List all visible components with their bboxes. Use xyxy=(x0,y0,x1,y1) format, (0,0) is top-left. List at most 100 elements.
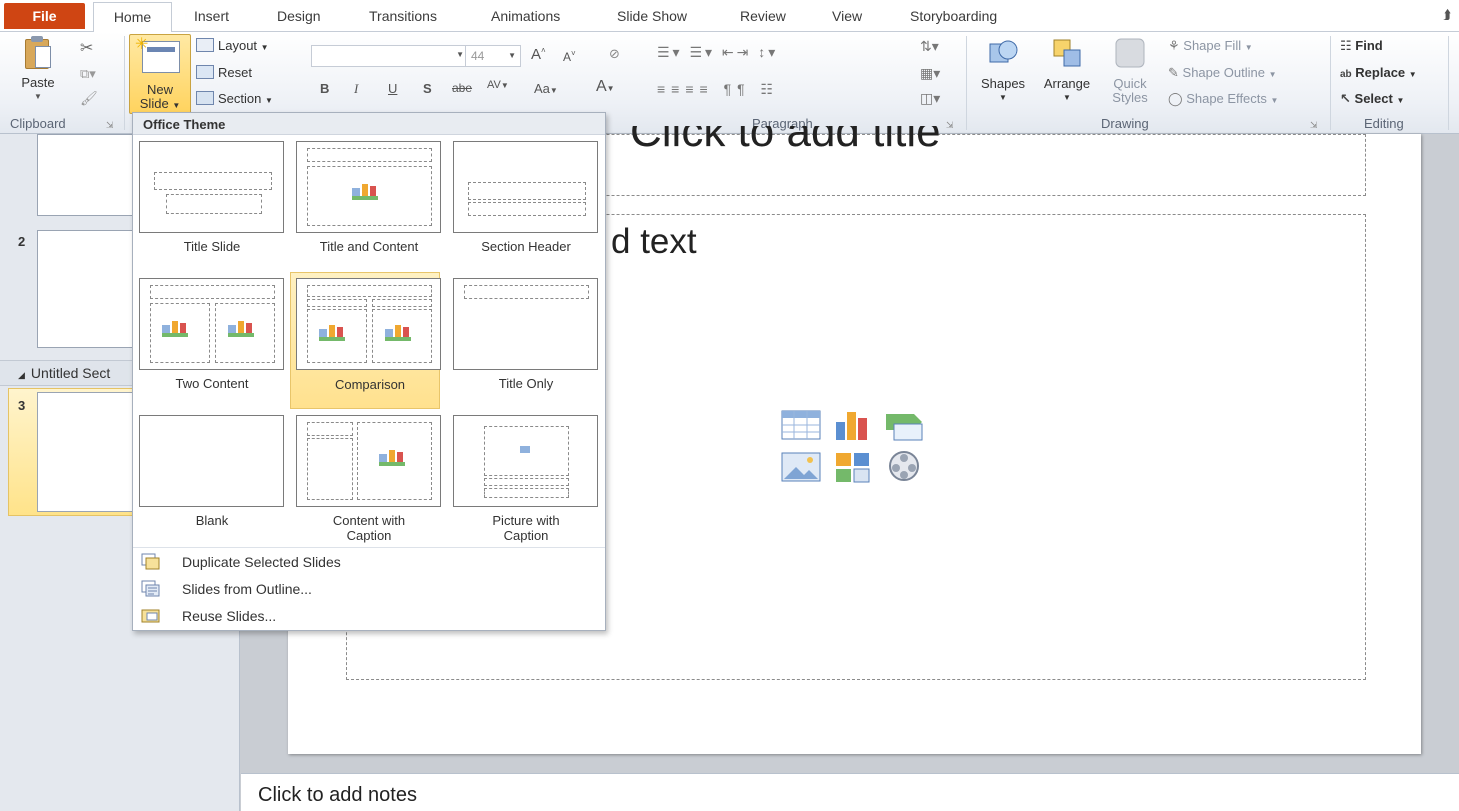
duplicate-selected-slides-command[interactable]: Duplicate Selected Slides xyxy=(141,551,581,575)
insert-smartart-icon[interactable] xyxy=(884,408,926,442)
layout-icon xyxy=(196,38,214,52)
layout-content-with-caption[interactable]: Content with Caption xyxy=(290,409,441,543)
shrink-font-button[interactable]: A˅ xyxy=(563,49,576,64)
notes-placeholder[interactable]: Click to add notes xyxy=(258,784,417,806)
format-painter-icon[interactable]: 🖌 xyxy=(80,90,98,107)
paste-button[interactable]: Paste ▼ xyxy=(12,36,64,104)
layout-label: Section Header xyxy=(481,239,571,254)
slide-number-2: 2 xyxy=(18,234,26,249)
clear-formatting-icon[interactable]: ⊘ xyxy=(609,46,620,62)
reuse-slides-command[interactable]: Reuse Slides... xyxy=(141,605,581,629)
editing-group-label: Editing xyxy=(1364,116,1404,131)
smartart-icon[interactable]: ◫▾ xyxy=(920,90,940,107)
font-color-button[interactable]: A▼ xyxy=(596,78,615,96)
content-placeholder-text[interactable]: d text xyxy=(611,222,697,262)
layout-thumbnail xyxy=(139,141,284,233)
slide-thumbnail-3[interactable] xyxy=(37,392,145,512)
tab-home[interactable]: Home xyxy=(93,2,172,33)
replace-button[interactable]: ab Replace ▼ xyxy=(1340,65,1417,80)
text-direction-icon[interactable]: ⇅▾ xyxy=(920,38,939,55)
layout-thumbnail xyxy=(453,415,598,507)
drawing-group-label: Drawing xyxy=(1101,116,1149,131)
layout-section-header[interactable]: Section Header xyxy=(447,135,598,267)
layout-thumbnail xyxy=(139,278,284,370)
tab-design[interactable]: Design xyxy=(277,8,321,24)
reset-button[interactable]: Reset xyxy=(196,65,252,80)
content-icon xyxy=(319,325,349,341)
text-shadow-button[interactable]: S xyxy=(423,81,432,96)
font-size-combobox[interactable]: 44 ▼ xyxy=(465,45,521,67)
replace-icon: ab xyxy=(1340,69,1352,80)
copy-icon[interactable]: ⧉▾ xyxy=(80,66,96,82)
tab-slide-show[interactable]: Slide Show xyxy=(617,8,687,24)
strikethrough-button[interactable]: abe xyxy=(452,81,472,95)
shapes-label: Shapes xyxy=(980,76,1026,91)
new-slide-button[interactable]: ✳ New Slide ▼ xyxy=(129,34,191,114)
grow-font-label: A xyxy=(531,46,542,63)
arrange-label: Arrange xyxy=(1043,76,1091,91)
notes-pane[interactable]: Click to add notes xyxy=(241,773,1459,811)
new-slide-label-2: Slide xyxy=(139,96,169,111)
shapes-icon xyxy=(989,40,1018,63)
new-slide-label-1: New xyxy=(146,82,173,97)
slides-from-outline-command[interactable]: Slides from Outline... xyxy=(141,578,581,602)
tab-storyboarding[interactable]: Storyboarding xyxy=(910,8,997,24)
insert-media-icon[interactable] xyxy=(884,450,926,484)
arrange-button[interactable]: Arrange ▼ xyxy=(1036,36,1098,105)
cut-icon[interactable]: ✂ xyxy=(80,38,93,58)
layout-label: Picture with Caption xyxy=(492,513,560,543)
alignment-buttons-row[interactable]: ≡≡≡≡ ¶¶ ☷ xyxy=(657,81,779,98)
quick-styles-button[interactable]: Quick Styles xyxy=(1103,36,1157,105)
title-placeholder-text[interactable]: Click to add title xyxy=(630,126,941,166)
insert-table-icon[interactable] xyxy=(780,408,822,442)
layout-comparison[interactable]: Comparison xyxy=(290,272,441,409)
layout-thumbnail xyxy=(453,141,598,233)
layout-title-and-content[interactable]: Title and Content xyxy=(290,135,441,267)
layout-blank[interactable]: Blank xyxy=(133,409,284,541)
insert-picture-icon[interactable] xyxy=(780,450,822,484)
underline-button[interactable]: U xyxy=(388,81,397,96)
drawing-launcher-icon[interactable]: ⇲ xyxy=(1310,120,1318,131)
shape-outline-button[interactable]: ✎ Shape Outline ▼ xyxy=(1168,65,1276,81)
font-name-combobox[interactable]: ▼ xyxy=(311,45,471,67)
tab-animations[interactable]: Animations xyxy=(491,8,560,24)
slides-from-outline-label: Slides from Outline... xyxy=(182,581,312,597)
shape-fill-button[interactable]: ⚘ Shape Fill ▼ xyxy=(1168,38,1253,54)
grow-font-button[interactable]: A˄ xyxy=(531,46,546,63)
select-button[interactable]: ↖ Select ▼ xyxy=(1340,91,1404,107)
layout-picture-with-caption[interactable]: Picture with Caption xyxy=(447,409,598,543)
shape-effects-label: Shape Effects xyxy=(1186,91,1267,106)
tab-view[interactable]: View xyxy=(832,8,862,24)
character-spacing-button[interactable]: AV▼ xyxy=(487,79,509,91)
tab-insert[interactable]: Insert xyxy=(194,8,229,24)
find-button[interactable]: ☷ Find xyxy=(1340,38,1383,54)
ribbon-tab-bar: File Home Insert Design Transitions Anim… xyxy=(0,0,1459,33)
shape-effects-button[interactable]: ◯ Shape Effects ▼ xyxy=(1168,91,1278,107)
bold-button[interactable]: B xyxy=(320,81,329,96)
pencil-icon: ✎ xyxy=(1168,65,1179,80)
slide-thumbnail-1[interactable] xyxy=(37,134,145,216)
tab-file[interactable]: File xyxy=(4,3,85,29)
layout-title-only[interactable]: Title Only xyxy=(447,272,598,404)
minimize-ribbon-icon[interactable]: ⮭ xyxy=(1443,7,1451,23)
insert-chart-icon[interactable] xyxy=(832,408,874,442)
collapse-arrow-icon[interactable]: ◢ xyxy=(18,370,25,380)
clipboard-launcher-icon[interactable]: ⇲ xyxy=(106,120,114,131)
shapes-button[interactable]: Shapes ▼ xyxy=(975,36,1031,105)
tab-transitions[interactable]: Transitions xyxy=(369,8,437,24)
layout-label: Content with Caption xyxy=(332,513,406,543)
change-case-button[interactable]: Aa▼ xyxy=(534,81,558,96)
paragraph-launcher-icon[interactable]: ⇲ xyxy=(946,120,954,131)
section-button[interactable]: Section ▼ xyxy=(196,91,273,106)
italic-button[interactable]: I xyxy=(354,81,358,97)
layout-two-content[interactable]: Two Content xyxy=(133,272,284,404)
layout-thumbnail xyxy=(296,141,441,233)
list-buttons-row[interactable]: ☰▾ ☰▾ ⇤⇥ ↕▾ xyxy=(657,44,778,61)
layout-title-slide[interactable]: Title Slide xyxy=(133,135,284,267)
content-icon xyxy=(385,325,415,341)
tab-review[interactable]: Review xyxy=(740,8,786,24)
align-text-icon[interactable]: ▦▾ xyxy=(920,65,940,82)
insert-clip-art-icon[interactable] xyxy=(832,450,874,484)
layout-button[interactable]: Layout ▼ xyxy=(196,38,269,53)
slide-thumbnail-2[interactable] xyxy=(37,230,145,348)
